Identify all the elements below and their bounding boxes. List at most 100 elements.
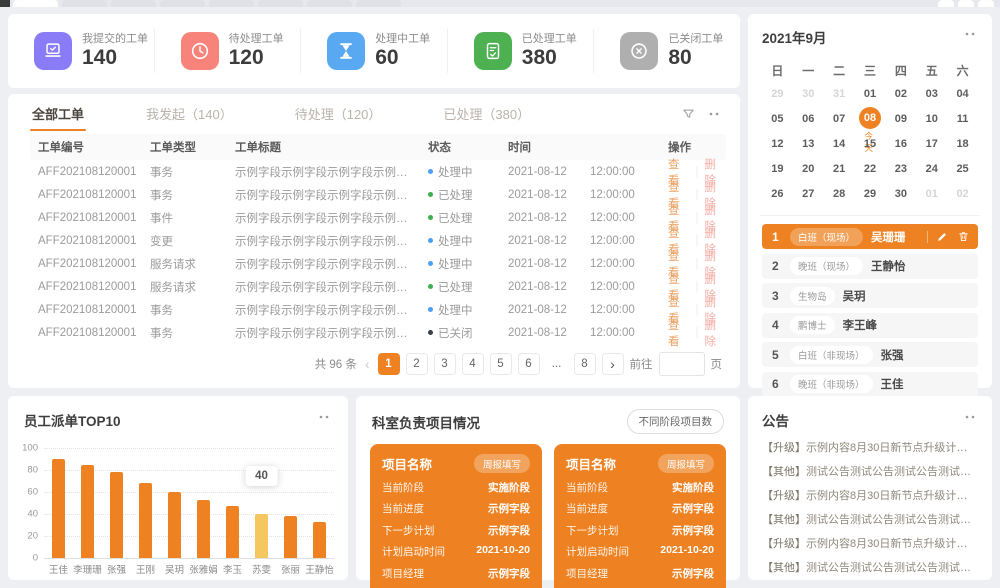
worklist-tab[interactable]: 待处理（120）: [293, 98, 384, 129]
calendar-day[interactable]: 21: [827, 156, 851, 181]
announcement-item[interactable]: 【其他】测试公告测试公告测试公告测试公告测试公告: [762, 556, 978, 580]
browser-tab[interactable]: [209, 0, 254, 7]
announcement-item[interactable]: 【升级】示例内容8月30日新节点升级计划通知: [762, 484, 978, 508]
prev-page-icon[interactable]: ‹: [363, 356, 372, 372]
calendar-day[interactable]: 03: [920, 81, 944, 106]
calendar-day[interactable]: 30: [796, 81, 820, 106]
page-button[interactable]: 6: [518, 353, 540, 375]
calendar-day[interactable]: 02: [951, 181, 975, 206]
calendar-day[interactable]: 22: [858, 156, 882, 181]
stat-item[interactable]: 我提交的工单140: [8, 29, 155, 73]
calendar-day[interactable]: 05: [765, 106, 789, 131]
worklist-tab[interactable]: 我发起（140）: [144, 98, 235, 129]
stage-count-button[interactable]: 不同阶段项目数: [627, 409, 725, 434]
goto-page-input[interactable]: [659, 352, 705, 376]
announcement-item[interactable]: 【其他】测试公告测试公告测试公告测试公告测试公告: [762, 460, 978, 484]
page-button[interactable]: 5: [490, 353, 512, 375]
calendar-day[interactable]: 07: [827, 106, 851, 131]
browser-tab[interactable]: [307, 0, 352, 7]
announcement-item[interactable]: 【升级】示例内容8月30日新节点升级计划通知: [762, 532, 978, 556]
browser-tab[interactable]: [160, 0, 205, 7]
chart-bar[interactable]: [52, 459, 65, 558]
calendar-day[interactable]: 01: [920, 181, 944, 206]
calendar-day[interactable]: 24: [920, 156, 944, 181]
calendar-day[interactable]: 28: [827, 181, 851, 206]
page-button[interactable]: 4: [462, 353, 484, 375]
calendar-day[interactable]: 15: [858, 131, 882, 156]
more-icon[interactable]: [962, 409, 978, 430]
shift-row[interactable]: 3生物岛吴玥: [762, 283, 978, 308]
chart-bar[interactable]: [284, 516, 297, 558]
stat-item[interactable]: 处理中工单60: [301, 29, 448, 73]
chart-bar[interactable]: [313, 522, 326, 558]
calendar-day[interactable]: 18: [951, 131, 975, 156]
chart-bar[interactable]: [197, 500, 210, 558]
browser-tab-strip[interactable]: [0, 0, 1000, 7]
calendar-day[interactable]: 08今天: [859, 107, 881, 129]
edit-icon[interactable]: [936, 230, 949, 243]
chart-bar[interactable]: [168, 492, 181, 558]
shift-row[interactable]: 5白班（非现场）张强: [762, 342, 978, 367]
worklist-tab[interactable]: 已处理（380）: [441, 98, 532, 129]
calendar-day[interactable]: 11: [951, 106, 975, 131]
shift-row[interactable]: 4鹏博士李王峰: [762, 313, 978, 338]
calendar-day[interactable]: 09: [889, 106, 913, 131]
delete-link[interactable]: 删除: [705, 317, 727, 349]
calendar-day[interactable]: 16: [889, 131, 913, 156]
browser-tab[interactable]: [111, 0, 156, 7]
more-icon[interactable]: [962, 26, 978, 47]
chart-bar[interactable]: [226, 506, 239, 558]
calendar-day[interactable]: 26: [765, 181, 789, 206]
page-button[interactable]: 2: [406, 353, 428, 375]
browser-tab[interactable]: [13, 0, 58, 7]
announcement-item[interactable]: 【其他】测试公告测试公告测试公告测试公告测试公告: [762, 508, 978, 532]
trash-icon[interactable]: [957, 230, 970, 243]
weekly-report-badge[interactable]: 周报填写: [658, 454, 714, 473]
calendar-day[interactable]: 30: [889, 181, 913, 206]
calendar-day[interactable]: 13: [796, 131, 820, 156]
browser-tab[interactable]: [356, 0, 401, 7]
chart-bar[interactable]: [81, 465, 94, 559]
page-button[interactable]: 3: [434, 353, 456, 375]
calendar-day[interactable]: 02: [889, 81, 913, 106]
calendar-day[interactable]: 23: [889, 156, 913, 181]
stat-item[interactable]: 已处理工单380: [448, 29, 595, 73]
calendar-day[interactable]: 29: [858, 181, 882, 206]
calendar-day[interactable]: 27: [796, 181, 820, 206]
stat-item[interactable]: 待处理工单120: [155, 29, 302, 73]
calendar-day[interactable]: 06: [796, 106, 820, 131]
view-link[interactable]: 查看: [668, 317, 690, 349]
calendar-day[interactable]: 01: [858, 81, 882, 106]
shift-row[interactable]: 2晚班（现场）王静怡: [762, 254, 978, 279]
calendar-day[interactable]: 10: [920, 106, 944, 131]
more-icon[interactable]: [706, 106, 722, 122]
browser-tab[interactable]: [258, 0, 303, 7]
stat-item[interactable]: 已关闭工单80: [594, 29, 740, 73]
calendar-day[interactable]: 14: [827, 131, 851, 156]
shift-row[interactable]: 6晚班（非现场）王佳: [762, 372, 978, 397]
filter-icon[interactable]: [681, 107, 696, 122]
next-page-icon[interactable]: ›: [602, 353, 624, 375]
announcement-item[interactable]: 【升级】示例内容8月30日新节点升级计划通知: [762, 436, 978, 460]
more-icon[interactable]: [316, 409, 332, 430]
chart-bar[interactable]: [255, 514, 268, 558]
browser-control[interactable]: [978, 0, 994, 7]
calendar-day[interactable]: 31: [827, 81, 851, 106]
browser-control[interactable]: [958, 0, 974, 7]
calendar-day[interactable]: 20: [796, 156, 820, 181]
page-button[interactable]: 8: [574, 353, 596, 375]
calendar-day[interactable]: 29: [765, 81, 789, 106]
chart-bar[interactable]: [110, 472, 123, 558]
weekly-report-badge[interactable]: 周报填写: [474, 454, 530, 473]
calendar-day[interactable]: 25: [951, 156, 975, 181]
page-button[interactable]: 1: [378, 353, 400, 375]
worklist-tab[interactable]: 全部工单: [30, 98, 86, 129]
browser-control[interactable]: [938, 0, 954, 7]
shift-row[interactable]: 1白班（现场）吴珊珊: [762, 224, 978, 249]
calendar-day[interactable]: 12: [765, 131, 789, 156]
calendar-day[interactable]: 04: [951, 81, 975, 106]
chart-bar[interactable]: [139, 483, 152, 558]
calendar-day[interactable]: 19: [765, 156, 789, 181]
browser-tab[interactable]: [62, 0, 107, 7]
calendar-day[interactable]: 17: [920, 131, 944, 156]
